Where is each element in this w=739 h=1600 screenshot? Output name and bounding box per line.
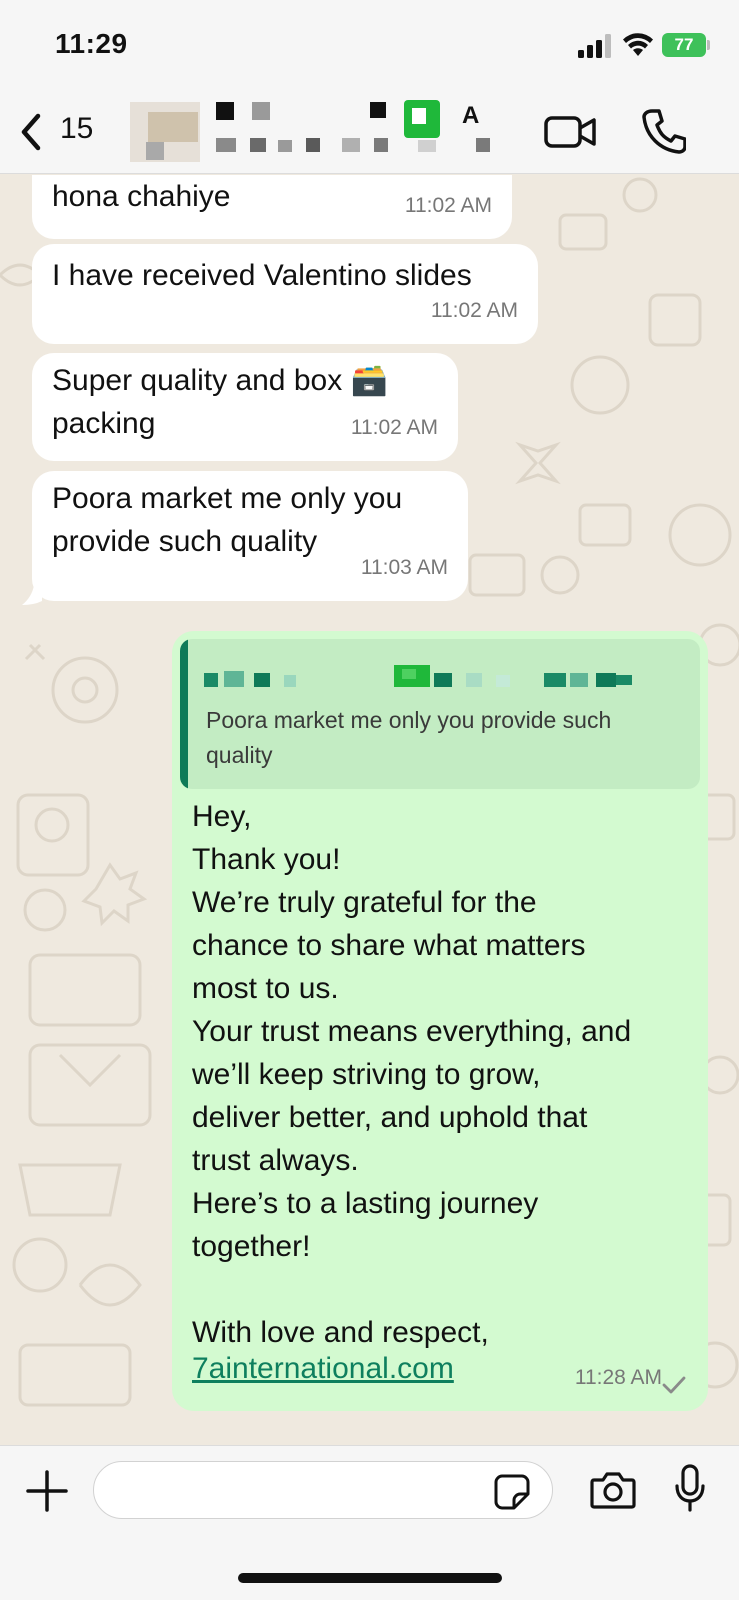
message-text-field[interactable] [93, 1461, 553, 1519]
message-time: 11:02 AM [350, 416, 438, 439]
chat-header: 15 A [0, 92, 739, 174]
contact-name[interactable]: A [462, 102, 479, 130]
battery-indicator: 77 [662, 33, 706, 57]
incoming-message[interactable]: hona chahiye 11:02 AM [32, 175, 512, 239]
phone-call-icon[interactable] [642, 108, 686, 154]
message-time: 11:02 AM [404, 194, 492, 217]
quote-author-redacted [204, 665, 632, 687]
sticker-icon[interactable] [494, 1474, 530, 1510]
outgoing-message[interactable]: Poora market me only you provide such qu… [172, 631, 708, 1411]
wifi-icon [623, 33, 653, 56]
message-text: hona chahiye [52, 180, 231, 213]
incoming-message[interactable]: Poora market me only you provide such qu… [32, 471, 468, 601]
message-time: 11:28 AM [574, 1366, 662, 1389]
message-time-status: 11:28 AM [575, 1356, 662, 1399]
plus-attach-icon[interactable] [26, 1470, 68, 1512]
bubble-tail [22, 585, 42, 605]
battery-tip [707, 40, 710, 50]
incoming-message[interactable]: I have received Valentino slides 11:02 A… [32, 244, 538, 344]
battery-level: 77 [674, 35, 694, 54]
back-chevron-icon[interactable] [16, 110, 46, 154]
message-text: Poora market me only you provide such qu… [52, 482, 403, 558]
microphone-icon[interactable] [674, 1464, 706, 1512]
cellular-signal-icon [578, 34, 611, 58]
message-text: Super quality and box 🗃️ packing [52, 364, 388, 440]
message-text: I have received Valentino slides [52, 259, 472, 292]
video-call-icon[interactable] [544, 112, 596, 152]
chat-area[interactable]: hona chahiye 11:02 AM I have received Va… [0, 175, 739, 1445]
contact-info-redacted[interactable] [118, 98, 518, 164]
message-text: Hey, Thank you! We’re truly grateful for… [192, 800, 632, 1349]
unread-count[interactable]: 15 [60, 112, 93, 146]
home-indicator[interactable] [238, 1573, 502, 1583]
incoming-message[interactable]: Super quality and box 🗃️ packing 11:02 A… [32, 353, 458, 461]
status-bar: 11:29 77 [0, 0, 739, 92]
website-link[interactable]: 7ainternational.com [192, 1347, 454, 1390]
quoted-text: Poora market me only you provide such qu… [206, 707, 612, 768]
quote-accent-bar [180, 639, 188, 789]
sent-check-icon [662, 1376, 686, 1394]
camera-icon[interactable] [590, 1470, 636, 1510]
status-time: 11:29 [55, 28, 128, 59]
message-time: 11:03 AM [360, 556, 448, 579]
message-time: 11:02 AM [430, 299, 518, 322]
quoted-message[interactable]: Poora market me only you provide such qu… [180, 639, 700, 789]
